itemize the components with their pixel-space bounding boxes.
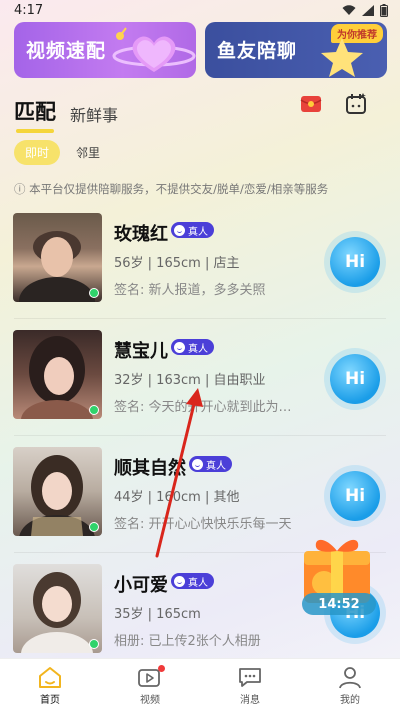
- message-icon: [239, 668, 261, 687]
- sub-tabs: 即时 邻里: [14, 140, 104, 165]
- user-name: 慧宝儿: [114, 341, 168, 362]
- verified-badge: 真人: [189, 456, 232, 472]
- user-meta: 32岁 | 163cm | 自由职业: [114, 373, 266, 388]
- verified-badge: 真人: [171, 339, 214, 355]
- avatar[interactable]: [13, 213, 102, 302]
- say-hi-button[interactable]: Hi: [330, 471, 380, 521]
- bottom-nav: 首页 视频 消息 我的: [0, 658, 400, 712]
- nav-home-label: 首页: [40, 695, 60, 706]
- fish-chat-banner[interactable]: 鱼友陪聊 为你推荐: [205, 22, 387, 78]
- smile-icon: [174, 224, 185, 236]
- subtab-instant[interactable]: 即时: [14, 140, 61, 165]
- nav-profile-label: 我的: [340, 695, 360, 706]
- user-meta: 56岁 | 165cm | 店主: [114, 256, 240, 271]
- list-item[interactable]: 慧宝儿 真人 32岁 | 163cm | 自由职业 签名: 今天的开开心就到此为…: [0, 319, 400, 436]
- avatar[interactable]: [13, 330, 102, 419]
- nav-profile[interactable]: 我的: [300, 659, 400, 712]
- user-name: 玫瑰红: [114, 224, 168, 245]
- verified-badge: 真人: [171, 573, 214, 589]
- wifi-icon: [342, 5, 356, 15]
- verified-badge-label: 真人: [188, 226, 208, 238]
- smile-icon: [174, 341, 185, 353]
- user-meta: 44岁 | 160cm | 其他: [114, 490, 240, 505]
- nav-video-badge: [158, 665, 165, 672]
- nav-home[interactable]: 首页: [0, 659, 100, 712]
- smile-icon: [192, 458, 203, 470]
- user-meta: 35岁 | 165cm: [114, 607, 201, 622]
- user-name: 顺其自然: [114, 458, 186, 479]
- nav-message[interactable]: 消息: [200, 659, 300, 712]
- heart-planet-icon: [112, 27, 196, 72]
- subtab-neighbor[interactable]: 邻里: [72, 140, 104, 165]
- verified-badge: 真人: [171, 222, 214, 238]
- online-indicator: [89, 405, 99, 415]
- star-icon: [321, 38, 363, 77]
- signal-icon: [362, 5, 374, 16]
- service-notice: ⓘ 本平台仅提供陪聊服务，不提供交友/脱单/恋爱/相亲等服务: [14, 182, 329, 196]
- home-icon: [39, 667, 61, 688]
- user-signature: 签名: 今天的开开心就到此为…: [114, 400, 292, 415]
- user-signature: 签名: 开开心心快快乐乐每一天: [114, 517, 292, 532]
- tab-match[interactable]: 匹配: [14, 96, 56, 133]
- main-tabs: 匹配 新鲜事: [14, 96, 118, 133]
- nav-video-label: 视频: [140, 695, 160, 706]
- online-indicator: [89, 522, 99, 532]
- verified-badge-label: 真人: [188, 343, 208, 355]
- video-match-banner-text: 视频速配: [26, 40, 107, 62]
- tab-news[interactable]: 新鲜事: [70, 102, 118, 126]
- checkin-calendar-icon[interactable]: [344, 92, 368, 116]
- user-name: 小可爱: [114, 575, 168, 596]
- fish-chat-banner-text: 鱼友陪聊: [217, 40, 298, 62]
- say-hi-button[interactable]: Hi: [330, 354, 380, 404]
- say-hi-button[interactable]: Hi: [330, 237, 380, 287]
- gift-countdown: 14:52: [302, 593, 376, 615]
- user-signature: 相册: 已上传2张个人相册: [114, 634, 261, 649]
- top-actions: [298, 92, 368, 116]
- smile-icon: [174, 575, 185, 587]
- status-icons: [342, 4, 388, 17]
- video-match-banner[interactable]: 视频速配: [14, 22, 196, 78]
- nav-message-label: 消息: [240, 695, 260, 706]
- online-indicator: [89, 639, 99, 649]
- status-time: 4:17: [14, 3, 44, 18]
- verified-badge-label: 真人: [206, 460, 226, 472]
- avatar[interactable]: [13, 447, 102, 536]
- user-signature: 签名: 新人报道，多多关照: [114, 283, 266, 298]
- list-item[interactable]: 玫瑰红 真人 56岁 | 165cm | 店主 签名: 新人报道，多多关照 Hi: [0, 202, 400, 319]
- profile-icon: [339, 667, 361, 689]
- online-indicator: [89, 288, 99, 298]
- avatar[interactable]: [13, 564, 102, 653]
- red-envelope-icon[interactable]: [298, 93, 324, 115]
- nav-video[interactable]: 视频: [100, 659, 200, 712]
- battery-icon: [380, 4, 388, 17]
- status-bar: 4:17: [0, 0, 400, 22]
- verified-badge-label: 真人: [188, 577, 208, 589]
